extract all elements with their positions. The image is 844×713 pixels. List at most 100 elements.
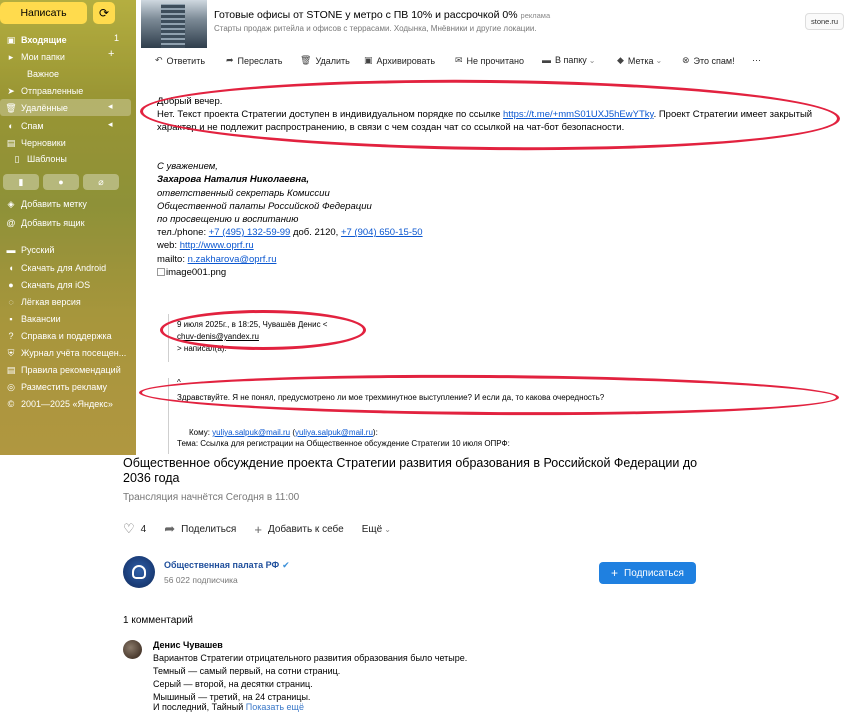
- like-button[interactable]: ♡ 4: [123, 521, 146, 537]
- footer-link-label: Журнал учёта посещен...: [21, 348, 127, 358]
- to-email-link[interactable]: yuliya.salpuk@mail.ru: [212, 428, 290, 437]
- ad-domain[interactable]: stone.ru: [805, 13, 844, 30]
- signature-position-3: по просвещению и воспитанию: [157, 214, 299, 225]
- telegram-link[interactable]: https://t.me/+mmS01UXJ5hEwYTky: [503, 109, 654, 120]
- quote-email-link[interactable]: chuv-denis@yandex.ru: [177, 332, 259, 341]
- add-label-text: Добавить метку: [21, 199, 87, 209]
- inbox-icon: ▣: [6, 34, 16, 45]
- bookmark-icon[interactable]: ▮: [3, 174, 39, 190]
- unread-button[interactable]: ✉ Не прочитано: [455, 55, 524, 66]
- signature-name: Захарова Наталия Николаевна,: [157, 174, 310, 185]
- image-name: image001.png: [166, 267, 227, 278]
- footer-link-light[interactable]: ◌ Лёгкая версия: [5, 295, 81, 309]
- spam-icon: ⊗: [682, 55, 690, 65]
- light-icon: ◌: [8, 297, 14, 307]
- sidebar-item-inbox[interactable]: ▣ Входящие: [5, 33, 67, 47]
- sidebar-item-label: Шаблоны: [27, 154, 67, 164]
- quote-header: 9 июля 2025г., в 18:25, Чувашёв Денис <: [177, 320, 328, 329]
- add-mailbox-link[interactable]: @ Добавить ящик: [5, 216, 85, 230]
- comment-author[interactable]: Денис Чувашев: [153, 640, 223, 650]
- broadcast-time: Трансляция начнётся Сегодня в 11:00: [123, 492, 300, 503]
- tag-icon: ◆: [617, 55, 624, 65]
- ad-tag: реклама: [520, 11, 551, 20]
- sidebar-item-drafts[interactable]: ▤ Черновики: [5, 136, 66, 150]
- post-actions: ♡ 4 ➦ Поделиться + Добавить к себе Ещё ⌄: [123, 521, 409, 537]
- clear-spam-icon[interactable]: ◂: [108, 119, 113, 130]
- delete-button[interactable]: 🗑 Удалить: [300, 55, 350, 66]
- quote-wrote: > написал(а):: [177, 344, 227, 353]
- quote-caret: ^: [177, 378, 181, 387]
- footer-link-jobs[interactable]: ▪ Вакансии: [5, 312, 60, 326]
- add-folder-icon[interactable]: +: [108, 48, 114, 60]
- trash-icon: 🗑: [300, 55, 312, 65]
- compose-button[interactable]: Написать: [0, 2, 87, 24]
- send-icon: ➤: [7, 85, 15, 96]
- refresh-icon[interactable]: ⟳: [93, 2, 115, 24]
- footer-link-android[interactable]: ◖ Скачать для Android: [5, 261, 106, 275]
- footer-link-ads[interactable]: ◎ Разместить рекламу: [5, 380, 107, 394]
- footer-link-language[interactable]: ▬ Русский: [5, 243, 55, 257]
- archive-button[interactable]: ▣ Архивировать: [364, 55, 435, 66]
- draft-icon: ▤: [6, 137, 16, 148]
- channel-name[interactable]: Общественная палата РФ ✔: [164, 560, 290, 571]
- spam-icon: ◐: [8, 121, 14, 131]
- subscribe-button[interactable]: + Подписаться: [599, 562, 696, 584]
- web-link[interactable]: http://www.oprf.ru: [180, 240, 254, 251]
- footer-link-journal[interactable]: ⛨ Журнал учёта посещен...: [5, 346, 127, 360]
- more-actions-button[interactable]: ···: [752, 55, 761, 65]
- comment-line: Темный — самый первый, на сотни страниц.: [153, 666, 341, 676]
- footer-link-rules[interactable]: ▤ Правила рекомендаций: [5, 363, 121, 377]
- phone-link-2[interactable]: +7 (904) 650-15-50: [341, 227, 423, 238]
- sidebar-item-templates[interactable]: ▯ Шаблоны: [11, 152, 67, 166]
- flag-icon: ▬: [6, 245, 16, 255]
- unread-dot-icon[interactable]: ●: [43, 174, 79, 190]
- reply-button[interactable]: ↶ Ответить: [155, 55, 205, 66]
- rules-icon: ▤: [6, 364, 16, 375]
- footer-link-help[interactable]: ? Справка и поддержка: [5, 329, 111, 343]
- envelope-icon: ✉: [455, 55, 463, 65]
- footer-link-label: 2001—2025 «Яндекс»: [21, 399, 113, 409]
- add-mailbox-text: Добавить ящик: [21, 218, 85, 228]
- footer-link-ios[interactable]: ● Скачать для iOS: [5, 278, 90, 292]
- spam-button[interactable]: ⊗ Это спам!: [682, 55, 735, 66]
- sidebar-item-sent[interactable]: ➤ Отправленные: [5, 84, 83, 98]
- web-label: web:: [157, 240, 180, 251]
- to-email-link-2[interactable]: yuliya.salpuk@mail.ru: [295, 428, 373, 437]
- post-title: Общественное обсуждение проекта Стратеги…: [123, 456, 698, 485]
- clear-folder-icon[interactable]: ◂: [108, 101, 113, 112]
- sidebar-item-label: Черновики: [21, 138, 66, 148]
- commenter-avatar[interactable]: [123, 640, 142, 659]
- phone-link-1[interactable]: +7 (495) 132-59-99: [209, 227, 291, 238]
- move-to-folder-button[interactable]: ▬ В папку ⌄: [542, 55, 596, 65]
- more-button[interactable]: Ещё ⌄: [362, 524, 391, 535]
- channel-avatar[interactable]: [123, 556, 155, 588]
- sidebar-item-spam[interactable]: ◐ Спам: [5, 119, 43, 133]
- to-paren: ):: [372, 428, 378, 437]
- quote-question: Здравствуйте. Я не понял, предусмотрено …: [177, 393, 605, 402]
- email-line-1: Нет. Текст проекта Стратегии доступен в …: [157, 109, 812, 120]
- save-button[interactable]: + Добавить к себе: [254, 522, 343, 537]
- ad-banner[interactable]: Готовые офисы от STONE у метро с ПВ 10% …: [137, 0, 844, 50]
- sidebar-item-my-folders[interactable]: ▸ Мои папки: [5, 50, 65, 64]
- signature-regards: С уважением,: [157, 161, 218, 172]
- mail-sidebar: Написать ⟳ ▣ Входящие 1 ▸ Мои папки + Ва…: [0, 0, 136, 455]
- mail-link[interactable]: n.zakharova@oprf.ru: [188, 254, 277, 265]
- quote-bar: [168, 378, 169, 454]
- forward-button[interactable]: ➦ Переслать: [226, 55, 282, 66]
- add-label-link[interactable]: ◈ Добавить метку: [5, 197, 87, 211]
- to-label: Кому:: [189, 428, 213, 437]
- attachment-icon[interactable]: ⌀: [83, 174, 119, 190]
- trash-icon: 🗑: [5, 102, 17, 113]
- sidebar-item-deleted[interactable]: 🗑 Удалённые: [5, 101, 68, 115]
- folder-icon: ▬: [542, 55, 551, 65]
- ad-subtitle: Старты продаж ритейла и офисов с терраса…: [214, 24, 537, 33]
- show-more-link[interactable]: Показать ещё: [246, 702, 304, 712]
- footer-copyright: © 2001—2025 «Яндекс»: [5, 397, 113, 411]
- share-button[interactable]: ➦ Поделиться: [164, 521, 236, 537]
- label-button[interactable]: ◆ Метка ⌄: [617, 55, 662, 66]
- template-icon: ▯: [14, 153, 20, 164]
- share-icon: ➦: [164, 521, 176, 536]
- chevron-down-icon: ⌄: [588, 55, 596, 65]
- sidebar-item-important[interactable]: Важное: [27, 67, 59, 81]
- plus-icon: +: [611, 566, 619, 580]
